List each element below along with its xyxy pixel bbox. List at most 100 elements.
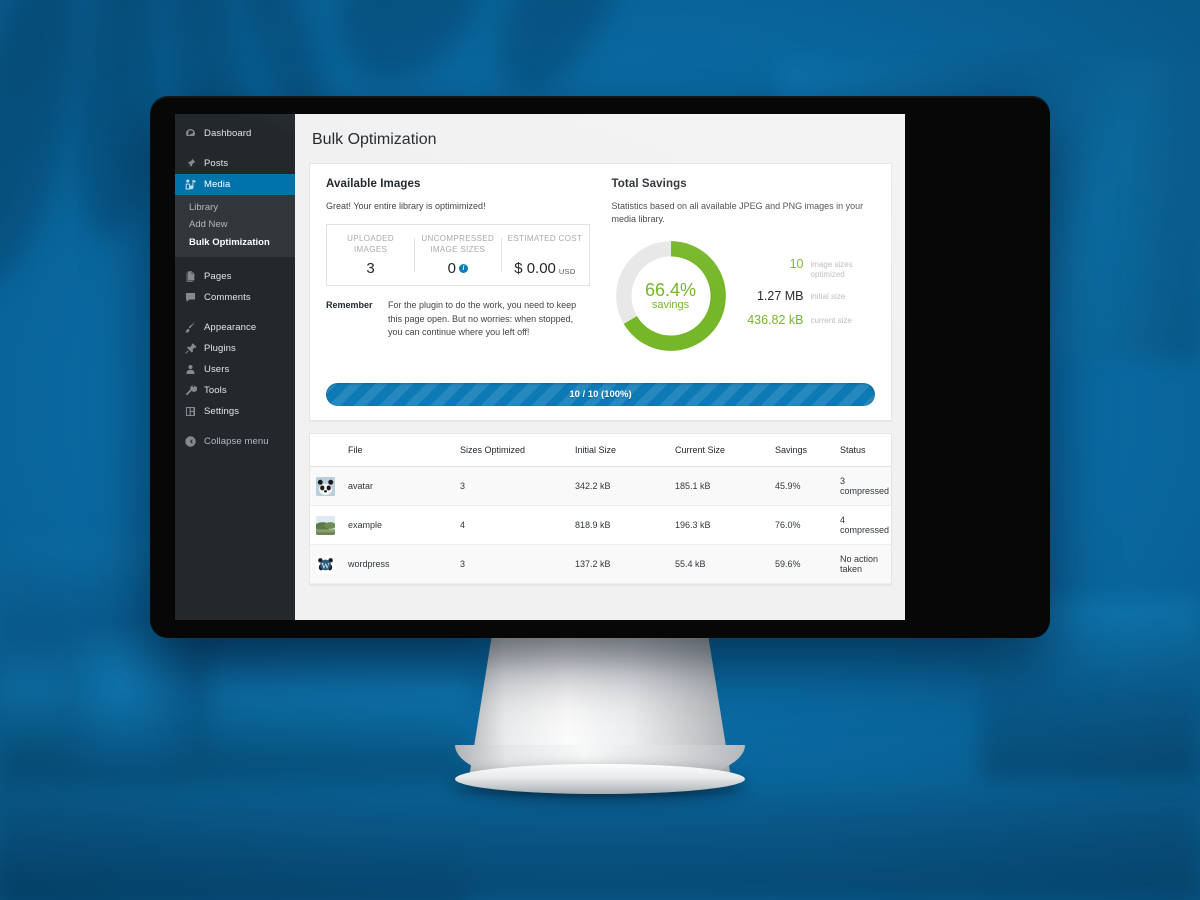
wrench-icon — [184, 384, 197, 397]
table-row[interactable]: W wordpress 3 137.2 kB 55.4 kB 59.6% No … — [310, 544, 891, 585]
stat-value: $ 0.00 — [514, 260, 556, 278]
sidebar-item-plugins[interactable]: Plugins — [175, 338, 295, 359]
cell-savings: 45.9% — [775, 466, 840, 507]
table-body: avatar 3 342.2 kB 185.1 kB 45.9% 3 compr… — [310, 466, 891, 585]
cell-status: 3 compressed — [840, 466, 891, 507]
sidebar-item-label: Media — [204, 178, 231, 190]
savings-stat-row: 10 image sizes optimized — [742, 257, 876, 281]
savings-stat-row: 436.82 kB current size — [742, 313, 876, 327]
cell-current-size: 196.3 kB — [675, 505, 775, 546]
info-icon[interactable]: i — [458, 264, 468, 274]
admin-sidebar: Dashboard Posts Media Library Add New Bu… — [175, 114, 295, 620]
available-images-panel: Available Images Great! Your entire libr… — [326, 178, 590, 355]
savings-stat-value: 436.82 kB — [747, 312, 804, 327]
monitor-screen: Dashboard Posts Media Library Add New Bu… — [175, 114, 905, 620]
table-row[interactable]: example 4 818.9 kB 196.3 kB 76.0% 4 comp… — [310, 505, 891, 546]
results-table-card: File Sizes Optimized Initial Size Curren… — [309, 433, 892, 586]
savings-content: 66.4% savings 10 image sizes optimized 1… — [612, 237, 876, 355]
sidebar-item-media[interactable]: Media — [175, 174, 295, 195]
cell-thumbnail: W — [310, 544, 348, 585]
stat-uncompressed-image-sizes: UNCOMPRESSED IMAGE SIZES 0 i — [414, 234, 501, 276]
admin-content: Bulk Optimization Available Images Great… — [295, 114, 905, 620]
table-head: File Sizes Optimized Initial Size Curren… — [310, 434, 891, 468]
cell-sizes-optimized: 4 — [460, 505, 575, 546]
savings-stat-caption: image sizes optimized — [810, 259, 853, 279]
th-current-size: Current Size — [675, 434, 775, 468]
dashboard-icon — [184, 127, 197, 140]
settings-icon — [184, 405, 197, 418]
sidebar-item-dashboard[interactable]: Dashboard — [175, 123, 295, 144]
cell-status: 4 compressed — [840, 505, 891, 546]
savings-stat-caption: current size — [810, 315, 852, 325]
cell-file: avatar — [348, 466, 460, 507]
pin-icon — [184, 157, 197, 170]
stat-value-wrap: 0 i — [418, 261, 497, 276]
sidebar-item-settings[interactable]: Settings — [175, 401, 295, 422]
sidebar-item-appearance[interactable]: Appearance — [175, 317, 295, 338]
stat-label: ESTIMATED COST — [507, 234, 583, 244]
scene: Dashboard Posts Media Library Add New Bu… — [0, 0, 1200, 900]
monitor-bezel: Dashboard Posts Media Library Add New Bu… — [150, 96, 1050, 638]
cell-file: example — [348, 505, 460, 546]
stat-value: 3 — [366, 260, 375, 278]
progress-card: 10 / 10 (100%) — [309, 371, 892, 422]
sidebar-item-bulk-optimization[interactable]: Bulk Optimization — [175, 235, 295, 253]
cell-current-size: 185.1 kB — [675, 466, 775, 507]
plug-icon — [184, 342, 197, 355]
table-row[interactable]: avatar 3 342.2 kB 185.1 kB 45.9% 3 compr… — [310, 466, 891, 507]
brush-icon — [184, 321, 197, 334]
sidebar-item-label: Comments — [204, 292, 251, 304]
cell-file: wordpress — [348, 544, 460, 585]
sidebar-item-posts[interactable]: Posts — [175, 153, 295, 174]
sidebar-item-users[interactable]: Users — [175, 359, 295, 380]
sidebar-item-label: Posts — [204, 157, 229, 169]
sidebar-item-label: Plugins — [204, 343, 236, 355]
monitor-stand-base — [455, 764, 745, 794]
sidebar-item-label: Settings — [204, 406, 240, 418]
sidebar-item-tools[interactable]: Tools — [175, 380, 295, 401]
sidebar-item-comments[interactable]: Comments — [175, 287, 295, 308]
sidebar-item-label: Dashboard — [204, 127, 252, 139]
cell-initial-size: 137.2 kB — [575, 544, 675, 585]
media-submenu: Library Add New Bulk Optimization — [175, 195, 295, 258]
th-savings: Savings — [775, 434, 840, 468]
table-header-row: File Sizes Optimized Initial Size Curren… — [310, 434, 891, 468]
savings-stat-value: 1.27 MB — [756, 289, 804, 304]
cell-initial-size: 818.9 kB — [575, 505, 675, 546]
stat-uploaded-images: UPLOADED IMAGES 3 — [327, 234, 414, 276]
sidebar-item-collapse-menu[interactable]: Collapse menu — [175, 431, 295, 452]
th-file: File — [348, 434, 460, 468]
cell-savings: 59.6% — [775, 544, 840, 585]
sidebar-item-pages[interactable]: Pages — [175, 266, 295, 287]
cell-initial-size: 342.2 kB — [575, 466, 675, 507]
collapse-icon — [184, 435, 197, 448]
panda-photo-thumbnail — [316, 476, 335, 496]
available-images-heading: Available Images — [326, 178, 421, 191]
summary-card: Available Images Great! Your entire libr… — [309, 163, 892, 373]
stat-label: UPLOADED IMAGES — [347, 234, 394, 255]
savings-donut-chart: 66.4% savings — [612, 237, 730, 355]
cell-sizes-optimized: 3 — [460, 544, 575, 585]
available-images-description: Great! Your entire library is optimimize… — [326, 201, 486, 212]
donut-center-label: 66.4% savings — [612, 237, 730, 355]
bulk-progress-bar[interactable]: 10 / 10 (100%) — [326, 383, 875, 407]
th-sizes-optimized: Sizes Optimized — [460, 434, 575, 468]
stat-label: UNCOMPRESSED IMAGE SIZES — [421, 234, 495, 255]
sidebar-item-label: Users — [204, 364, 230, 376]
savings-stat-row: 1.27 MB initial size — [742, 289, 876, 303]
total-savings-heading: Total Savings — [611, 178, 687, 191]
sidebar-item-label: Pages — [204, 271, 232, 283]
cell-status: No action taken — [840, 544, 891, 585]
sidebar-item-library[interactable]: Library — [175, 199, 295, 217]
cell-current-size: 55.4 kB — [675, 544, 775, 585]
savings-stats-list: 10 image sizes optimized 1.27 MB initial… — [742, 257, 876, 337]
savings-stat-value: 10 — [789, 256, 804, 271]
stat-value-wrap: 3 — [331, 261, 410, 276]
cell-thumbnail — [310, 505, 348, 546]
sidebar-item-add-new[interactable]: Add New — [175, 217, 295, 235]
stat-value: 0 — [447, 260, 456, 278]
remember-text: For the plugin to do the work, you need … — [388, 300, 577, 338]
svg-text:W: W — [321, 560, 330, 570]
remember-note: Remember For the plugin to do the work, … — [326, 299, 590, 340]
comment-icon — [184, 291, 197, 304]
